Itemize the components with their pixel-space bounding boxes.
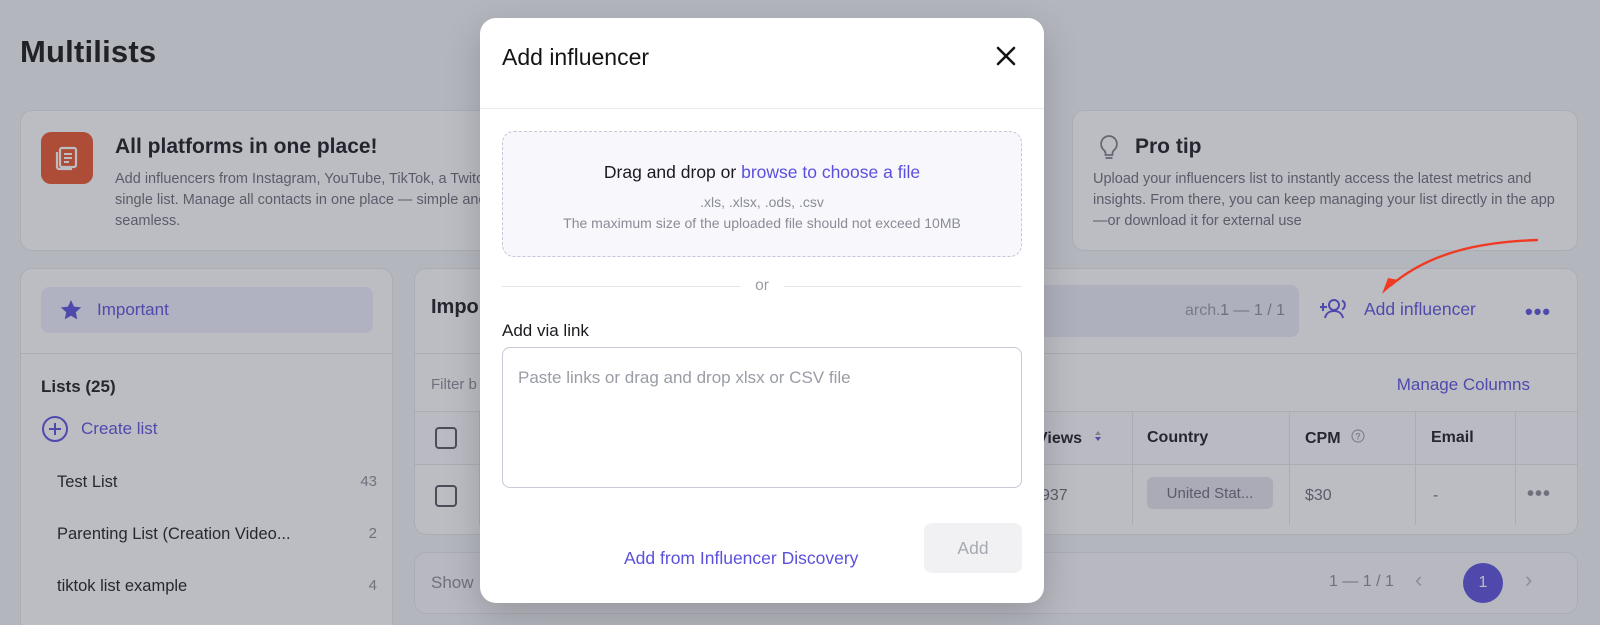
modal-title: Add influencer <box>502 44 650 70</box>
add-from-discovery-link[interactable]: Add from Influencer Discovery <box>624 548 858 569</box>
divider-line <box>784 286 1022 287</box>
add-button[interactable]: Add <box>924 523 1022 573</box>
modal-divider <box>480 108 1044 109</box>
dropzone-instructions: Drag and drop or browse to choose a file <box>503 162 1021 183</box>
close-icon[interactable] <box>994 44 1018 68</box>
via-link-label: Add via link <box>502 321 589 340</box>
add-influencer-modal: Add influencer Drag and drop or browse t… <box>480 18 1044 603</box>
dropzone-prefix: Drag and drop or <box>603 162 737 182</box>
divider-line <box>502 286 740 287</box>
file-dropzone[interactable]: Drag and drop or browse to choose a file… <box>502 131 1022 257</box>
file-types: .xls, .xlsx, .ods, .csv <box>700 194 824 210</box>
annotation-arrow <box>1382 238 1539 294</box>
file-size-limit: The maximum size of the uploaded file sh… <box>563 215 961 231</box>
link-input[interactable] <box>502 347 1022 488</box>
browse-file-link[interactable]: browse to choose a file <box>741 162 920 182</box>
or-separator: or <box>755 277 769 294</box>
